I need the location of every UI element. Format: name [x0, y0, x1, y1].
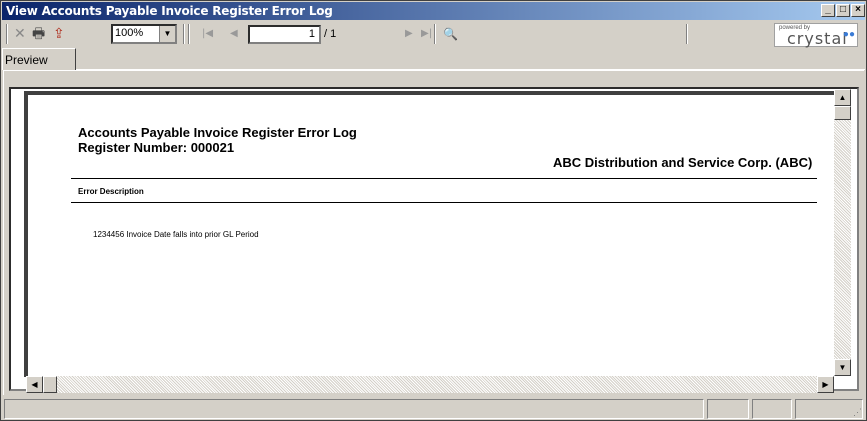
logo-dots-icon: ●● [842, 29, 855, 40]
toolbar-separator [686, 24, 688, 44]
header-rule-bottom [71, 202, 817, 203]
scroll-left-icon[interactable]: ◀ [26, 376, 43, 393]
toolbar-separator [6, 24, 8, 44]
print-icon[interactable]: 🖶 [32, 26, 45, 42]
tab-preview[interactable]: Preview [2, 48, 76, 70]
column-header-error-description: Error Description [78, 187, 144, 196]
header-rule-top [71, 178, 817, 179]
register-number: Register Number: 000021 [78, 140, 235, 155]
error-row: 1234456 Invoice Date falls into prior GL… [93, 230, 259, 239]
page-shadow-top [28, 91, 835, 95]
chevron-down-icon[interactable]: ▼ [159, 26, 175, 42]
toolbar-separator [434, 24, 436, 44]
status-bar: ⋰ [4, 399, 864, 420]
status-panel-main [4, 399, 704, 419]
horizontal-scrollbar[interactable]: ◀ ▶ [26, 376, 834, 393]
report-title: Accounts Payable Invoice Register Error … [78, 125, 357, 140]
page-shadow-left [24, 91, 28, 377]
title-bar[interactable]: View Accounts Payable Invoice Register E… [2, 2, 865, 20]
last-page-icon[interactable]: ▶| [421, 26, 432, 42]
scroll-up-icon[interactable]: ▲ [834, 89, 851, 106]
first-page-icon[interactable]: |◀ [202, 26, 213, 42]
scroll-right-icon[interactable]: ▶ [817, 376, 834, 393]
report-viewer-window: View Accounts Payable Invoice Register E… [0, 0, 867, 421]
close-window-button[interactable]: × [851, 4, 865, 17]
scroll-down-icon[interactable]: ▼ [834, 359, 851, 376]
find-icon[interactable]: 🔍 [443, 26, 458, 42]
maximize-button[interactable]: □ [836, 4, 850, 17]
logo-brand: crystal [787, 29, 848, 48]
resize-grip-icon[interactable]: ⋰ [853, 407, 862, 418]
horizontal-scroll-thumb[interactable] [43, 376, 57, 393]
status-panel [707, 399, 749, 419]
zoom-select[interactable]: 100% ▼ [111, 24, 177, 44]
next-page-icon[interactable]: ▶ [405, 26, 413, 42]
zoom-value: 100% [115, 27, 144, 39]
page-total: / 1 [324, 28, 337, 40]
toolbar: ✕ 🖶 ⇪ 100% ▼ |◀ ◀ 1 / 1 ▶ ▶| 🔍 powered b… [2, 21, 865, 48]
close-icon[interactable]: ✕ [14, 26, 26, 42]
vertical-scroll-thumb[interactable] [834, 106, 851, 120]
export-icon[interactable]: ⇪ [53, 26, 65, 42]
previous-page-icon[interactable]: ◀ [230, 26, 238, 42]
toolbar-separator [188, 24, 190, 44]
page-number-input[interactable]: 1 [248, 25, 321, 44]
minimize-button[interactable]: _ [821, 4, 835, 17]
status-panel [752, 399, 792, 419]
company-name: ABC Distribution and Service Corp. (ABC) [553, 155, 813, 170]
vertical-scrollbar[interactable]: ▲ ▼ [834, 89, 851, 376]
window-title: View Accounts Payable Invoice Register E… [6, 4, 333, 18]
crystal-logo: powered by crystal ●● [774, 23, 858, 48]
toolbar-separator [183, 24, 185, 44]
